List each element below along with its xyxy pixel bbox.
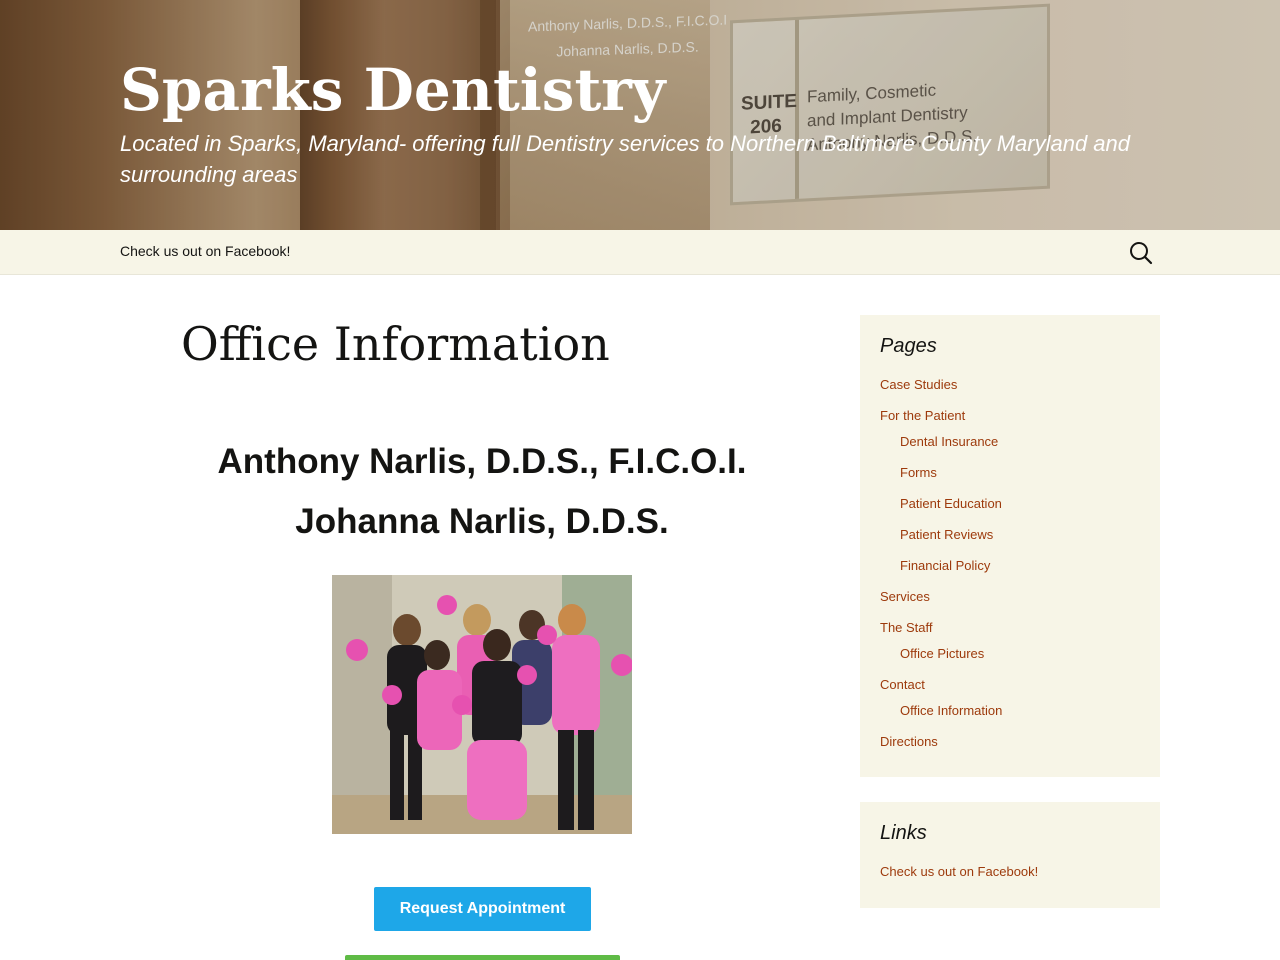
request-appointment-button[interactable]: Request Appointment: [374, 887, 591, 931]
pages-widget-title: Pages: [880, 335, 937, 357]
green-button[interactable]: [345, 955, 620, 960]
sidebar-item-financial-policy[interactable]: Financial Policy: [900, 558, 990, 574]
site-header: Anthony Narlis, D.D.S., F.I.C.O.I Johann…: [0, 0, 1280, 230]
sidebar-item-the-staff[interactable]: The Staff: [880, 620, 933, 636]
staff-photo: [332, 575, 632, 834]
site-description: Located in Sparks, Maryland- offering fu…: [120, 131, 1131, 187]
sidebar-item-patient-reviews[interactable]: Patient Reviews: [900, 527, 993, 543]
sidebar-item-directions[interactable]: Directions: [880, 734, 938, 750]
sidebar-item-services[interactable]: Services: [880, 589, 930, 605]
sidebar-item-dental-insurance[interactable]: Dental Insurance: [900, 434, 998, 450]
sidebar-item-patient-education[interactable]: Patient Education: [900, 496, 1002, 512]
search-icon[interactable]: [1128, 240, 1154, 266]
sidebar-item-case-studies[interactable]: Case Studies: [880, 377, 957, 393]
page-title: Office Information: [181, 317, 610, 371]
doctor-name: Anthony Narlis, D.D.S., F.I.C.O.I.: [217, 442, 747, 481]
sidebar-item-forms[interactable]: Forms: [900, 465, 937, 481]
doctor-name: Johanna Narlis, D.D.S.: [295, 502, 669, 541]
sidebar-link-facebook[interactable]: Check us out on Facebook!: [880, 864, 1038, 880]
sidebar-item-contact[interactable]: Contact: [880, 677, 925, 693]
site-title[interactable]: Sparks Dentistry: [120, 54, 666, 126]
links-widget-title: Links: [880, 822, 927, 844]
links-widget: Links Check us out on Facebook!: [860, 802, 1160, 908]
sidebar-item-office-information[interactable]: Office Information: [900, 703, 1002, 719]
navbar: Check us out on Facebook!: [0, 230, 1280, 275]
sidebar-item-office-pictures[interactable]: Office Pictures: [900, 646, 984, 662]
sidebar-item-for-the-patient[interactable]: For the Patient: [880, 408, 965, 424]
nav-facebook-link[interactable]: Check us out on Facebook!: [120, 243, 290, 259]
pages-widget: Pages Case Studies For the Patient Denta…: [860, 315, 1160, 777]
